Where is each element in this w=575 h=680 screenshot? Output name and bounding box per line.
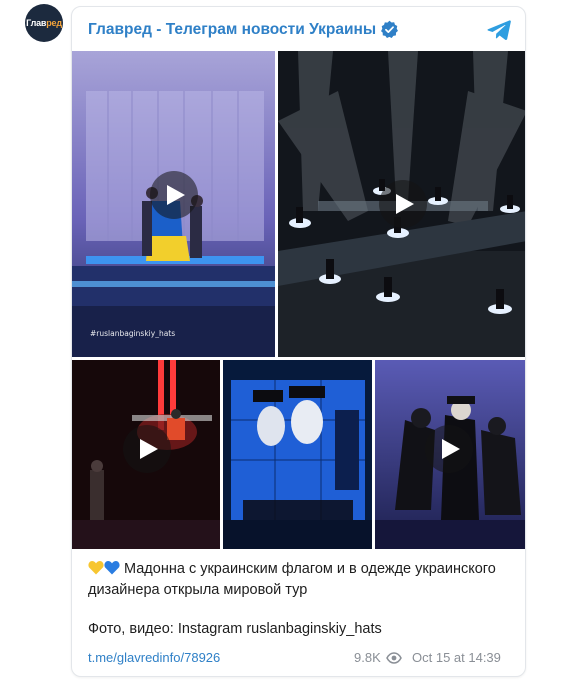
play-icon	[442, 438, 461, 459]
play-icon	[166, 184, 185, 205]
play-button[interactable]	[149, 170, 198, 219]
verified-badge-icon	[381, 20, 398, 38]
channel-avatar[interactable]: Глав ред	[25, 4, 63, 42]
media-tile-4[interactable]	[223, 360, 372, 549]
play-icon	[395, 194, 414, 214]
blue-heart-icon	[104, 561, 120, 575]
eye-icon	[386, 652, 402, 664]
post-card: Главред - Телеграм новости Украины #rusl…	[71, 6, 526, 677]
telegram-logo-icon[interactable]	[487, 19, 511, 41]
play-icon	[140, 438, 159, 459]
video-watermark: #ruslanbaginskiy_hats	[90, 329, 176, 338]
play-button[interactable]	[425, 424, 474, 473]
avatar-text-accent: ред	[46, 18, 62, 28]
post-footer: t.me/glavredinfo/78926 9.8K Oct 15 at 14…	[88, 650, 511, 668]
media-tile-5[interactable]	[375, 360, 525, 549]
media-grid: #ruslanbaginskiy_hats	[72, 51, 525, 549]
play-button[interactable]	[378, 180, 427, 228]
post-timestamp[interactable]: Oct 15 at 14:39	[412, 650, 501, 665]
caption-text: Мадонна с украинским флагом и в одежде у…	[88, 561, 496, 598]
yellow-heart-icon	[88, 561, 104, 575]
media-tile-2[interactable]	[278, 51, 525, 357]
post-link[interactable]: t.me/glavredinfo/78926	[88, 650, 220, 665]
media-tile-1[interactable]: #ruslanbaginskiy_hats	[72, 51, 275, 357]
channel-name-link[interactable]: Главред - Телеграм новости Украины	[88, 21, 376, 39]
post-caption: Мадонна с украинским флагом и в одежде у…	[88, 559, 513, 601]
play-button[interactable]	[123, 424, 172, 473]
views-count: 9.8K	[354, 650, 381, 665]
media-tile-3[interactable]	[72, 360, 220, 549]
avatar-text: Глав	[26, 18, 47, 28]
photo-thumbnail-4	[223, 360, 372, 549]
caption-credit: Фото, видео: Instagram ruslanbaginskiy_h…	[88, 621, 382, 637]
post-header: Главред - Телеграм новости Украины	[72, 7, 525, 51]
